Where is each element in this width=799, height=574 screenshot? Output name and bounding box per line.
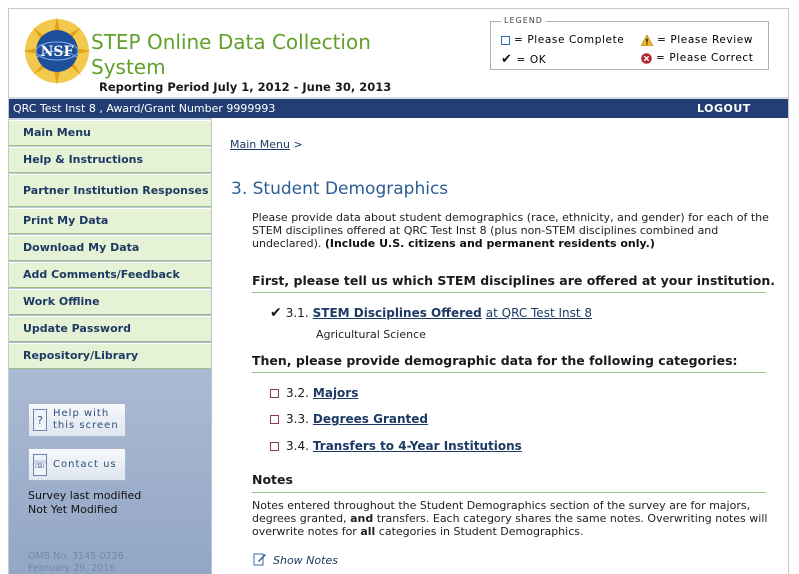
notes-heading: Notes: [252, 472, 293, 487]
account-bar: QRC Test Inst 8 , Award/Grant Number 999…: [9, 97, 788, 118]
app-title: STEP Online Data Collection System: [91, 30, 371, 80]
sidebar-item-print-data[interactable]: Print My Data: [9, 208, 211, 234]
legend-ok-label: = OK: [516, 53, 547, 66]
contact-button-label: Contact us: [53, 458, 117, 470]
legend-complete-label: = Please Complete: [514, 34, 625, 46]
notes-text: Notes entered throughout the Student Dem…: [252, 499, 772, 538]
intro-bold: (Include U.S. citizens and permanent res…: [324, 237, 655, 250]
help-with-screen-button[interactable]: ? Help with this screen: [28, 403, 126, 437]
notes-all: all: [360, 525, 376, 538]
page-title: 3. Student Demographics: [231, 179, 449, 199]
legend-ok: ✔ = OK: [501, 52, 546, 67]
survey-modified: Survey last modified Not Yet Modified: [28, 489, 141, 517]
majors-link[interactable]: Majors: [313, 386, 358, 400]
main-content: Main Menu > 3. Student Demographics Plea…: [213, 118, 788, 574]
error-icon: [641, 52, 652, 64]
svg-text:NSF: NSF: [41, 44, 74, 60]
phone-icon: ☏: [33, 453, 47, 476]
disciplines-note: Agricultural Science: [316, 328, 426, 341]
legend-review: = Please Review: [641, 34, 753, 46]
legend-correct: = Please Correct: [641, 52, 753, 64]
legend-complete: = Please Complete: [501, 34, 624, 46]
then-heading: Then, please provide demographic data fo…: [252, 353, 738, 368]
legend-review-label: = Please Review: [657, 34, 754, 46]
category-number: 3.2.: [286, 386, 309, 400]
edit-note-icon: [253, 552, 267, 569]
contact-us-button[interactable]: ☏ Contact us: [28, 448, 126, 481]
breadcrumb-separator: >: [293, 138, 303, 151]
show-notes-link[interactable]: Show Notes: [253, 552, 338, 569]
empty-box-icon: [270, 388, 279, 398]
nsf-logo: NSF: [23, 17, 91, 85]
survey-modified-value: Not Yet Modified: [28, 503, 118, 516]
sidebar-item-add-comments[interactable]: Add Comments/Feedback: [9, 262, 211, 288]
help-button-line1: Help with: [53, 408, 110, 419]
header: NSF STEP Online Data Collection System R…: [9, 9, 788, 97]
omb-date: February 29, 2016: [28, 563, 116, 574]
help-button-label: Help with this screen: [53, 408, 119, 432]
divider: [252, 372, 766, 373]
help-button-line2: this screen: [53, 420, 119, 431]
omb-info: OMB No. 3145-0226 February 29, 2016: [28, 551, 124, 574]
logout-link[interactable]: LOGOUT: [697, 102, 751, 115]
category-row-transfers: 3.4. Transfers to 4-Year Institutions: [270, 439, 522, 453]
disciplines-number: 3.1.: [285, 306, 309, 320]
divider: [252, 492, 766, 493]
help-question-icon: ?: [33, 409, 47, 431]
sidebar-item-main-menu[interactable]: Main Menu: [9, 120, 211, 146]
sidebar-item-download-data[interactable]: Download My Data: [9, 235, 211, 261]
reporting-period: Reporting Period July 1, 2012 - June 30,…: [99, 80, 392, 94]
award-info: QRC Test Inst 8 , Award/Grant Number 999…: [13, 102, 276, 115]
breadcrumb-main-menu-link[interactable]: Main Menu: [230, 138, 290, 151]
intro-text: Please provide data about student demogr…: [252, 211, 772, 250]
sidebar: Main Menu Help & Instructions Partner In…: [9, 118, 212, 574]
empty-box-icon: [501, 35, 510, 45]
show-notes-label: Show Notes: [273, 554, 338, 567]
legend-box: LEGEND = Please Complete = Please Review…: [490, 16, 769, 70]
breadcrumb: Main Menu >: [230, 138, 303, 151]
first-heading: First, please tell us which STEM discipl…: [252, 273, 776, 288]
category-row-degrees: 3.3. Degrees Granted: [270, 412, 428, 426]
omb-number: OMB No. 3145-0226: [28, 551, 124, 562]
divider: [252, 292, 766, 293]
legend-title: LEGEND: [501, 16, 546, 25]
page-frame: NSF STEP Online Data Collection System R…: [8, 8, 789, 574]
degrees-granted-link[interactable]: Degrees Granted: [313, 412, 428, 426]
app-title-line1: STEP Online Data Collection: [91, 30, 371, 54]
category-row-majors: 3.2. Majors: [270, 386, 358, 400]
notes-text-3: categories in Student Demographics.: [378, 525, 584, 538]
transfers-link[interactable]: Transfers to 4-Year Institutions: [313, 439, 522, 453]
category-number: 3.3.: [286, 412, 309, 426]
disciplines-row: ✔ 3.1. STEM Disciplines Offered at QRC T…: [270, 305, 592, 321]
checkmark-icon: ✔: [501, 52, 513, 67]
sidebar-item-update-password[interactable]: Update Password: [9, 316, 211, 342]
stem-disciplines-link[interactable]: STEM Disciplines Offered: [313, 306, 482, 320]
warning-icon: [641, 34, 653, 46]
disciplines-institution-link[interactable]: at QRC Test Inst 8: [486, 306, 592, 320]
checkmark-icon: ✔: [270, 305, 282, 321]
sidebar-item-work-offline[interactable]: Work Offline: [9, 289, 211, 315]
sidebar-item-help-instructions[interactable]: Help & Instructions: [9, 147, 211, 173]
category-number: 3.4.: [286, 439, 309, 453]
sidebar-item-partner-responses[interactable]: Partner Institution Responses: [9, 174, 211, 207]
legend-correct-label: = Please Correct: [656, 52, 754, 64]
survey-modified-label: Survey last modified: [28, 489, 142, 502]
app-title-line2: System: [91, 55, 166, 79]
empty-box-icon: [270, 441, 279, 451]
empty-box-icon: [270, 414, 279, 424]
sidebar-item-repository-library[interactable]: Repository/Library: [9, 343, 211, 369]
notes-and: and: [350, 512, 374, 525]
